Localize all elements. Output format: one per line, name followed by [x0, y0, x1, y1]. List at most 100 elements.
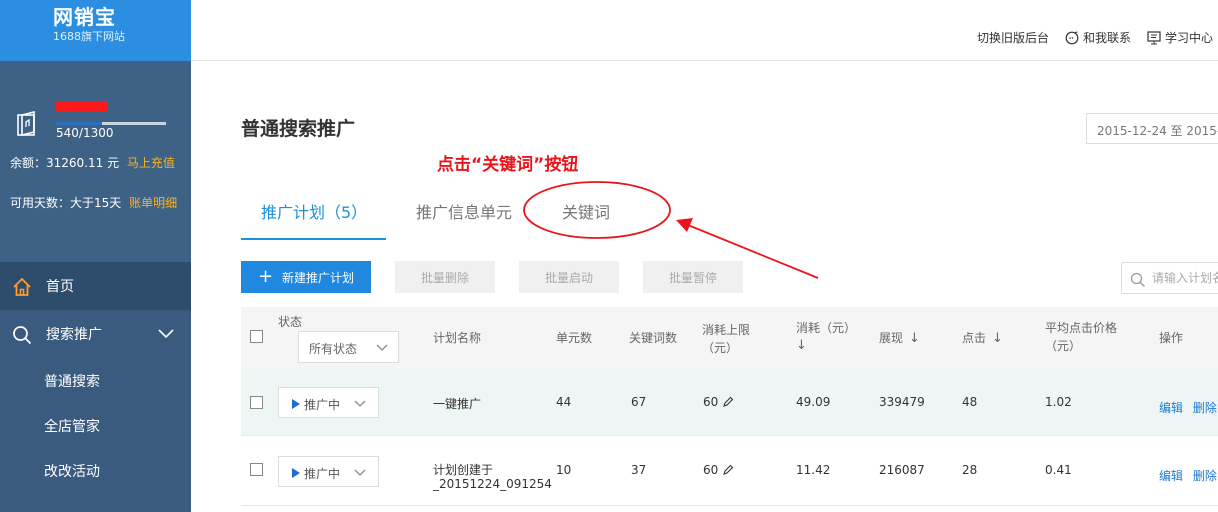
home-icon [13, 277, 31, 296]
spend-limit-value: 60 [703, 463, 719, 477]
recharge-link[interactable]: 马上充值 [127, 156, 175, 170]
select-all-checkbox[interactable] [250, 330, 263, 343]
tab-units[interactable]: 推广信息单元 [416, 199, 512, 223]
unit-count: 10 [556, 463, 572, 477]
redacted-account-name [56, 101, 108, 112]
points-progress-bar [56, 122, 166, 125]
new-plan-button[interactable]: + 新建推广计划 [241, 261, 371, 293]
batch-pause-button[interactable]: 批量暂停 [643, 261, 743, 293]
row-checkbox[interactable] [250, 396, 263, 409]
spend-value: 49.09 [796, 395, 831, 409]
tab-bar: 推广计划（5） 推广信息单元 关键词 [241, 185, 1218, 240]
col-impressions[interactable]: 展现 ↓ [879, 329, 920, 348]
delete-link[interactable]: 删除 [1193, 469, 1217, 483]
row-status-select[interactable]: 推广中 [278, 387, 379, 418]
col-limit-label: 消耗上限 [702, 323, 751, 337]
plan-name[interactable]: 计划创建于 _20151224_091254 [433, 463, 552, 491]
sort-down-icon: ↓ [796, 338, 807, 353]
table-header: 状态 所有状态 计划名称 单元数 关键词数 消耗上限 （元） 消耗（元） ↓ 展… [241, 307, 1218, 369]
sidebar-subitem-activity[interactable]: 改改活动 [0, 448, 191, 493]
bill-detail-link[interactable]: 账单明细 [129, 196, 177, 210]
points-count: 540/1300 [56, 126, 114, 140]
chat-icon [1065, 31, 1079, 44]
logo[interactable]: 网销宝 1688旗下网站 [0, 0, 191, 61]
learning-center-link[interactable]: 学习中心 [1147, 29, 1213, 46]
edit-pencil-icon[interactable] [722, 464, 734, 476]
sidebar-item-label: 搜索推广 [46, 327, 102, 343]
spend-value: 11.42 [796, 463, 831, 477]
row-status-select[interactable]: 推广中 [278, 456, 379, 487]
annotation-text: 点击“关键词”按钮 [437, 155, 579, 175]
sidebar-subitem-normal-search[interactable]: 普通搜索 [0, 358, 191, 403]
row-checkbox[interactable] [250, 463, 263, 476]
sort-down-icon: ↓ [909, 331, 920, 346]
top-bar: 切换旧版后台 和我联系 学习中心 [191, 0, 1218, 61]
avg-cpc-value: 0.41 [1045, 463, 1072, 477]
top-links: 切换旧版后台 和我联系 学习中心 [961, 29, 1213, 46]
avg-cpc-value: 1.02 [1045, 395, 1072, 409]
row-actions: 编辑 删除 [1159, 467, 1217, 484]
sort-down-icon: ↓ [992, 331, 1003, 346]
plan-search-input[interactable] [1152, 269, 1218, 287]
sidebar-item-home[interactable]: 首页 [0, 262, 191, 310]
days-text: 可用天数：大于15天 [10, 196, 122, 210]
edit-link[interactable]: 编辑 [1159, 469, 1183, 483]
table-row: 推广中 计划创建于 _20151224_091254 10 37 60 11.4… [241, 436, 1218, 506]
sidebar-item-search-promo[interactable]: 搜索推广 [0, 310, 191, 358]
chevron-down-icon [158, 329, 174, 339]
keyword-count: 67 [631, 395, 647, 409]
col-plan-name: 计划名称 [433, 331, 482, 345]
play-icon [292, 468, 300, 478]
col-units: 单元数 [556, 331, 593, 345]
contact-label: 和我联系 [1082, 31, 1131, 45]
impressions-value: 216087 [879, 463, 925, 477]
batch-delete-button[interactable]: 批量删除 [395, 261, 495, 293]
sidebar: 网销宝 1688旗下网站 540/1300 余额：31260.11 元 马上充值… [0, 0, 191, 512]
spend-limit-value: 60 [703, 395, 719, 409]
status-filter-value: 所有状态 [309, 342, 358, 356]
shop-icon [17, 111, 35, 137]
board-icon [1147, 30, 1161, 44]
search-icon [13, 326, 32, 345]
tab-keywords[interactable]: 关键词 [562, 199, 610, 223]
delete-link[interactable]: 删除 [1193, 401, 1217, 415]
col-spend-label: 消耗（元） [796, 321, 857, 335]
plan-name-line1: 计划创建于 [433, 463, 494, 477]
status-filter-select[interactable]: 所有状态 [298, 331, 399, 363]
active-tab-underline [241, 238, 386, 240]
col-status: 状态 [278, 315, 303, 329]
impressions-value: 339479 [879, 395, 925, 409]
plan-name-line2: _20151224_091254 [433, 477, 552, 491]
spend-limit: 60 [703, 463, 734, 477]
clicks-value: 28 [962, 463, 978, 477]
col-clicks[interactable]: 点击 ↓ [962, 329, 1003, 348]
col-spend[interactable]: 消耗（元） ↓ [796, 319, 856, 355]
switch-old-version-link[interactable]: 切换旧版后台 [977, 29, 1049, 46]
edit-link[interactable]: 编辑 [1159, 401, 1183, 415]
page-title: 普通搜索推广 [241, 118, 356, 140]
sidebar-subitem-store-manager[interactable]: 全店管家 [0, 403, 191, 448]
row-status-value: 推广中 [304, 467, 341, 481]
batch-start-button[interactable]: 批量启动 [519, 261, 619, 293]
plan-name[interactable]: 一键推广 [433, 395, 481, 412]
sidebar-item-label: 首页 [46, 279, 74, 295]
search-icon [1130, 272, 1145, 287]
contact-link[interactable]: 和我联系 [1065, 29, 1131, 46]
date-range-picker[interactable]: 2015-12-24 至 2015-12 [1086, 113, 1218, 144]
col-limit: 消耗上限 （元） [702, 321, 750, 357]
sidebar-nav: 首页 搜索推广 普通搜索 全店管家 改改活动 [0, 262, 191, 493]
col-clicks-label: 点击 [962, 331, 987, 345]
balance-text: 余额：31260.11 元 [10, 156, 120, 170]
col-limit-unit: （元） [702, 341, 739, 355]
tab-plans[interactable]: 推广计划（5） [261, 199, 367, 223]
col-impressions-label: 展现 [879, 331, 904, 345]
edit-pencil-icon[interactable] [722, 396, 734, 408]
days-line: 可用天数：大于15天 账单明细 [10, 194, 177, 211]
table-row: 推广中 一键推广 44 67 60 49.09 339479 48 1.02 编… [241, 369, 1218, 436]
col-avg-cpc-unit: （元） [1045, 339, 1082, 353]
new-plan-label: 新建推广计划 [282, 270, 355, 285]
app-root: 网销宝 1688旗下网站 540/1300 余额：31260.11 元 马上充值… [0, 0, 1218, 512]
logo-title: 网销宝 [53, 5, 116, 29]
plan-search-box [1121, 262, 1218, 294]
learning-center-label: 学习中心 [1164, 31, 1213, 45]
